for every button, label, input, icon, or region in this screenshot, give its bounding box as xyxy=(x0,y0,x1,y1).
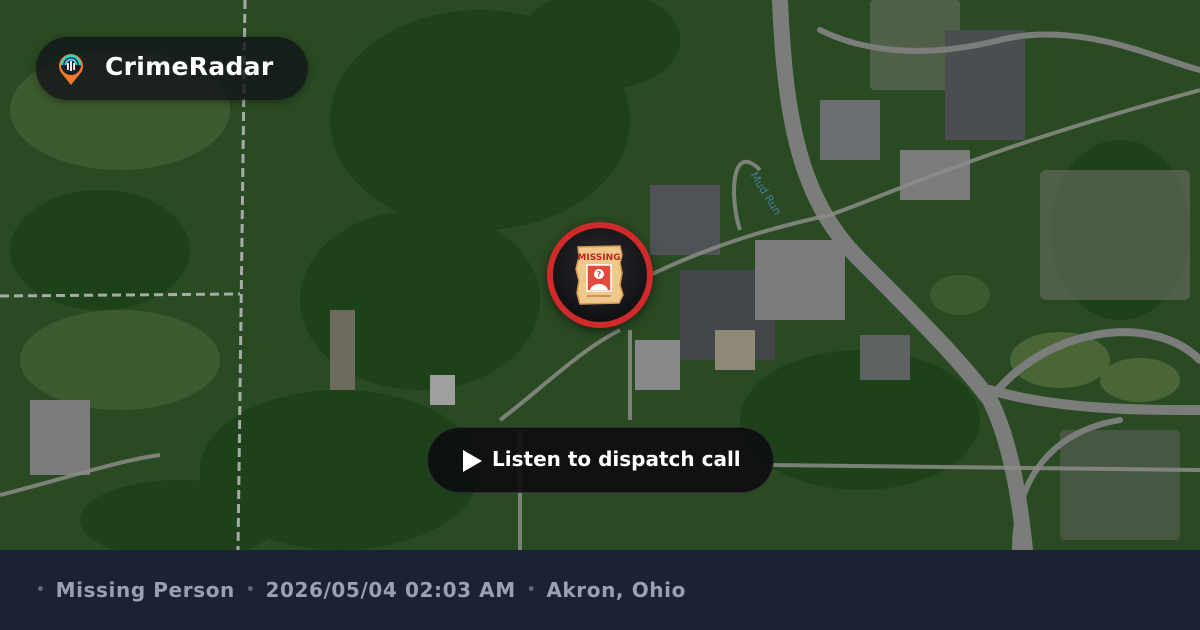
incident-marker[interactable]: MISSING ? xyxy=(547,222,653,328)
brand-badge[interactable]: CrimeRadar xyxy=(36,37,308,100)
listen-dispatch-button[interactable]: Listen to dispatch call xyxy=(427,427,774,493)
incident-datetime: 2026/05/04 02:03 AM xyxy=(265,578,516,602)
listen-dispatch-label: Listen to dispatch call xyxy=(492,447,741,471)
poster-title: MISSING xyxy=(577,253,620,263)
incident-category: Missing Person xyxy=(55,578,235,602)
radar-pin-icon xyxy=(59,54,83,85)
separator-dot: • xyxy=(245,582,256,598)
brand-name: CrimeRadar xyxy=(105,52,274,81)
missing-poster-icon: MISSING ? xyxy=(575,245,624,305)
svg-text:?: ? xyxy=(597,270,602,279)
separator-dot: • xyxy=(36,582,46,598)
marker-inner: MISSING ? xyxy=(553,228,647,322)
play-icon xyxy=(463,450,482,472)
incident-location: Akron, Ohio xyxy=(546,578,686,602)
incident-footer: • Missing Person • 2026/05/04 02:03 AM •… xyxy=(0,550,1200,630)
separator-dot: • xyxy=(526,582,537,598)
